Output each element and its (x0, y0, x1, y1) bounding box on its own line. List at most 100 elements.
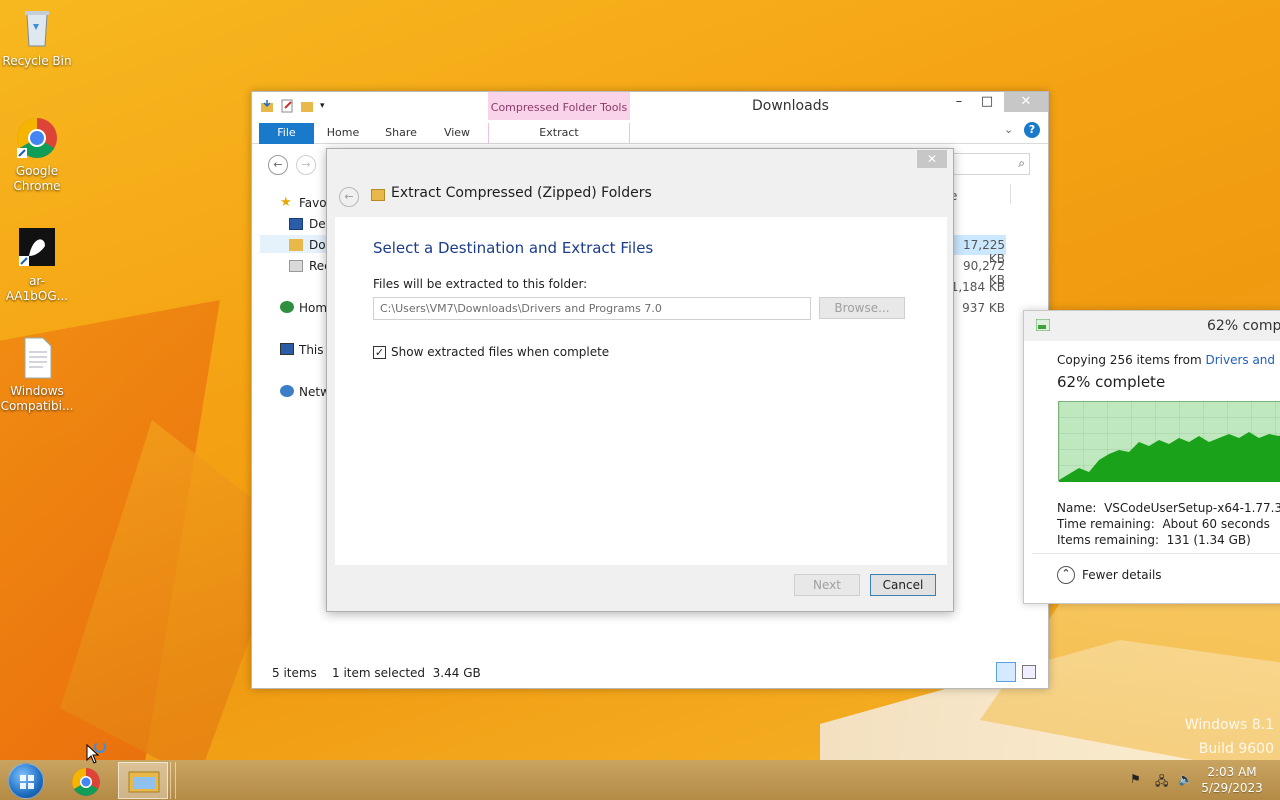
desktop-icon-label: ar-AA1bOG... (5, 274, 69, 303)
cancel-button[interactable]: Cancel (870, 574, 936, 596)
desktop-folder-icon (289, 218, 303, 230)
windows-watermark-version: Windows 8.1 (1184, 717, 1274, 733)
copy-title: 62% complete (1207, 318, 1280, 334)
action-center-flag-icon[interactable]: ⚑ (1130, 772, 1141, 786)
volume-icon[interactable]: 🔈 (1178, 772, 1193, 786)
taskbar-chrome[interactable] (64, 762, 108, 799)
status-bar: 5 items 1 item selected 3.44 GB (252, 662, 1048, 686)
copy-progress-dialog: 62% complete Copying 256 items from Driv… (1023, 310, 1280, 604)
status-selection: 1 item selected 3.44 GB (332, 666, 481, 680)
destination-label: Files will be extracted to this folder: (373, 277, 588, 291)
back-arrow-icon[interactable]: ← (339, 187, 359, 207)
transfer-speed-graph (1058, 401, 1280, 482)
system-clock[interactable]: 2:03 AM 5/29/2023 (1196, 764, 1268, 796)
chrome-icon (72, 768, 100, 796)
browse-button[interactable]: Browse... (819, 297, 905, 319)
desktop-icon-windows-compatibility[interactable]: Windows Compatibi... (0, 336, 74, 414)
text-document-icon (15, 336, 59, 380)
taskbar-file-explorer[interactable] (118, 762, 168, 799)
tab-share[interactable]: Share (380, 123, 422, 144)
ribbon-expand-icon[interactable]: ⌄ (1004, 123, 1013, 136)
copy-source-link[interactable]: Drivers and Programs (1205, 353, 1280, 367)
taskbar-explorer-stack[interactable] (170, 762, 176, 799)
zip-folder-icon (371, 189, 385, 201)
desktop-icon-google-chrome[interactable]: Google Chrome (0, 116, 74, 194)
star-icon: ★ (280, 195, 292, 210)
ribbon-tabs: File Home Share View Extract ⌄ ? (252, 120, 1048, 144)
column-divider (1010, 184, 1011, 204)
window-title: Downloads (752, 98, 829, 114)
fewer-details-label: Fewer details (1082, 568, 1162, 582)
new-folder-icon[interactable] (300, 99, 314, 113)
throughput-area (1059, 432, 1280, 482)
explorer-titlebar: ▾ Compressed Folder Tools Downloads – □ … (252, 92, 1048, 120)
search-icon: ⌕ (1018, 156, 1025, 170)
taskbar: ⚑ 🖧 🔈 2:03 AM 5/29/2023 (0, 760, 1280, 800)
detail-name: Name: VSCodeUserSetup-x64-1.77.3 (1057, 501, 1280, 515)
maximize-button[interactable]: □ (974, 92, 1000, 112)
nav-item-favorites[interactable]: Favorites (299, 196, 329, 210)
desktop-icon-recycle-bin[interactable]: Recycle Bin (0, 6, 74, 69)
homegroup-icon (280, 301, 294, 313)
dialog-heading: Select a Destination and Extract Files (373, 239, 654, 257)
recent-places-icon (289, 260, 303, 272)
detail-time-remaining: Time remaining: About 60 seconds (1057, 517, 1270, 531)
clock-date: 5/29/2023 (1201, 781, 1263, 795)
compressed-folder-tools-tab: Compressed Folder Tools (488, 92, 630, 120)
nav-item-this-pc[interactable]: This PC (299, 343, 327, 357)
show-files-label: Show extracted files when complete (391, 345, 610, 359)
quick-access-toolbar: ▾ (260, 99, 334, 113)
busy-spinner-icon (94, 741, 106, 753)
tab-extract[interactable]: Extract (488, 123, 630, 144)
chevron-down-icon[interactable]: ▾ (320, 99, 334, 113)
tab-view[interactable]: View (436, 123, 478, 144)
folder-down-icon[interactable] (260, 99, 274, 113)
start-button[interactable] (8, 763, 44, 799)
show-files-option[interactable]: ✓ Show extracted files when complete (373, 345, 609, 359)
progress-percent: 62% complete (1057, 373, 1166, 391)
minimize-button[interactable]: – (946, 92, 972, 112)
copy-body: Copying 256 items from Drivers and Progr… (1032, 341, 1280, 603)
file-size: 937 KB (962, 301, 1005, 315)
forward-arrow-icon[interactable]: → (296, 155, 316, 175)
copying-summary: Copying 256 items from Drivers and Progr… (1057, 353, 1280, 367)
divider (1032, 553, 1280, 554)
windows-watermark-build: Build 9600 (1198, 741, 1274, 757)
app-shortcut-icon (15, 226, 59, 270)
chevron-up-icon: ⌃ (1057, 566, 1075, 584)
help-icon[interactable]: ? (1024, 122, 1040, 138)
tab-home[interactable]: Home (322, 123, 364, 144)
search-input[interactable]: ⌕ (952, 153, 1030, 175)
downloads-folder-icon (289, 239, 303, 251)
details-view-icon[interactable] (996, 662, 1016, 682)
dialog-title: Extract Compressed (Zipped) Folders (391, 185, 652, 201)
large-icons-view-icon[interactable] (1022, 665, 1036, 679)
desktop-icon-shortcut[interactable]: ar-AA1bOG... (0, 226, 74, 304)
network-tray-icon[interactable]: 🖧 (1155, 772, 1168, 793)
next-button[interactable]: Next (794, 574, 860, 596)
show-files-checkbox[interactable]: ✓ (373, 345, 386, 359)
computer-icon (280, 343, 294, 355)
fewer-details-button[interactable]: ⌃ Fewer details (1057, 566, 1162, 584)
detail-items-remaining: Items remaining: 131 (1.34 GB) (1057, 533, 1251, 547)
clock-time: 2:03 AM (1207, 765, 1257, 779)
desktop-icon-label: Windows Compatibi... (0, 384, 74, 413)
chrome-icon (15, 116, 59, 160)
tab-file[interactable]: File (259, 123, 314, 144)
status-item-count: 5 items (272, 666, 317, 680)
close-button[interactable]: ✕ (1004, 92, 1048, 112)
back-arrow-icon[interactable]: ← (268, 155, 288, 175)
copy-progress-icon (1035, 318, 1051, 332)
copying-prefix: Copying 256 items from (1057, 353, 1206, 367)
copy-titlebar: 62% complete (1024, 311, 1280, 341)
destination-path-input[interactable]: C:\Users\VM7\Downloads\Drivers and Progr… (373, 297, 811, 320)
dialog-close-button[interactable]: ✕ (917, 150, 947, 168)
recycle-bin-icon (15, 6, 59, 50)
nav-item-network[interactable]: Network (299, 385, 329, 399)
network-icon (280, 385, 294, 397)
file-explorer-icon (128, 771, 160, 793)
properties-icon[interactable] (280, 99, 294, 113)
file-size: 1,184 KB (950, 280, 1005, 294)
dialog-content: Select a Destination and Extract Files F… (335, 217, 947, 565)
nav-item-homegroup[interactable]: Homegroup (299, 301, 329, 315)
